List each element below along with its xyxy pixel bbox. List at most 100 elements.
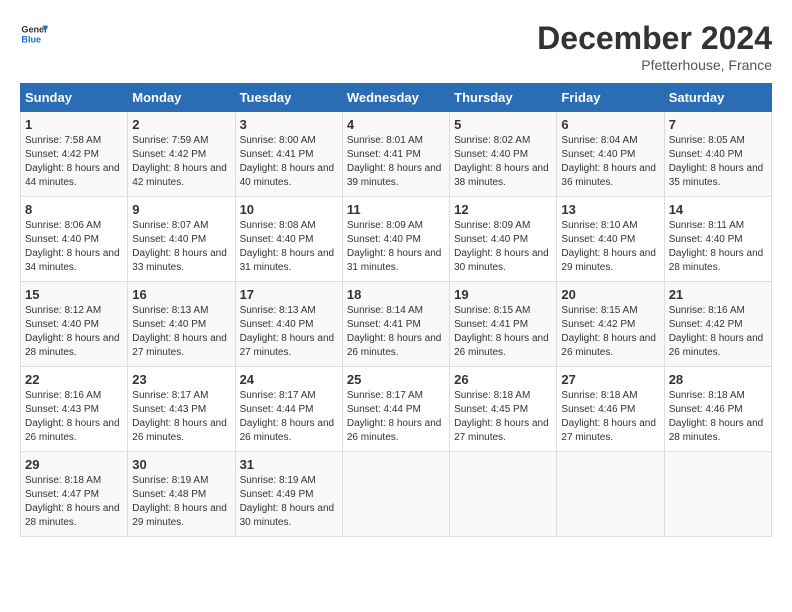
day-number: 21 [669,287,767,302]
day-detail: Sunrise: 8:06 AMSunset: 4:40 PMDaylight:… [25,220,120,273]
day-number: 15 [25,287,123,302]
day-number: 6 [561,117,659,132]
calendar-cell: 11Sunrise: 8:09 AMSunset: 4:40 PMDayligh… [342,197,449,282]
day-number: 7 [669,117,767,132]
day-detail: Sunrise: 8:07 AMSunset: 4:40 PMDaylight:… [132,220,227,273]
day-detail: Sunrise: 8:18 AMSunset: 4:46 PMDaylight:… [669,390,764,443]
day-number: 19 [454,287,552,302]
calendar-cell: 12 Sunrise: 8:09 AMSunset: 4:40 PMDayligh… [450,197,557,282]
calendar-cell: 6Sunrise: 8:04 AMSunset: 4:40 PMDaylight… [557,112,664,197]
day-number: 31 [240,457,338,472]
calendar-cell: 10 Sunrise: 8:08 AMSunset: 4:40 PMDayligh… [235,197,342,282]
calendar-cell: 15 Sunrise: 8:12 AMSunset: 4:40 PMDayligh… [21,282,128,367]
calendar-cell: 29 Sunrise: 8:18 AMSunset: 4:47 PMDayligh… [21,452,128,537]
calendar-cell: 24 Sunrise: 8:17 AMSunset: 4:44 PMDayligh… [235,367,342,452]
calendar-cell: 9 Sunrise: 8:07 AMSunset: 4:40 PMDaylight… [128,197,235,282]
page-header: General Blue December 2024 Pfetterhouse,… [20,20,772,73]
day-number: 1 [25,117,123,132]
calendar-cell: 17 Sunrise: 8:13 AMSunset: 4:40 PMDayligh… [235,282,342,367]
day-number: 24 [240,372,338,387]
day-detail: Sunrise: 7:58 AMSunset: 4:42 PMDaylight:… [25,135,120,188]
calendar-cell: 5 Sunrise: 8:02 AMSunset: 4:40 PMDaylight… [450,112,557,197]
day-number: 11 [347,202,445,217]
day-detail: Sunrise: 8:17 AMSunset: 4:44 PMDaylight:… [347,390,442,443]
calendar-week-row: 8 Sunrise: 8:06 AMSunset: 4:40 PMDaylight… [21,197,772,282]
day-number: 30 [132,457,230,472]
day-number: 16 [132,287,230,302]
day-detail: Sunrise: 8:13 AMSunset: 4:40 PMDaylight:… [240,305,335,358]
day-number: 8 [25,202,123,217]
day-number: 29 [25,457,123,472]
day-detail: Sunrise: 8:15 AMSunset: 4:41 PMDaylight:… [454,305,549,358]
title-block: December 2024 Pfetterhouse, France [537,20,772,73]
calendar-cell: 25Sunrise: 8:17 AMSunset: 4:44 PMDayligh… [342,367,449,452]
calendar-cell: 13 Sunrise: 8:10 AMSunset: 4:40 PMDayligh… [557,197,664,282]
calendar-week-row: 29 Sunrise: 8:18 AMSunset: 4:47 PMDayligh… [21,452,772,537]
day-number: 5 [454,117,552,132]
calendar-cell: 20Sunrise: 8:15 AMSunset: 4:42 PMDayligh… [557,282,664,367]
day-number: 17 [240,287,338,302]
day-detail: Sunrise: 8:16 AMSunset: 4:42 PMDaylight:… [669,305,764,358]
calendar-cell: 18Sunrise: 8:14 AMSunset: 4:41 PMDayligh… [342,282,449,367]
day-number: 2 [132,117,230,132]
calendar-cell: 8 Sunrise: 8:06 AMSunset: 4:40 PMDaylight… [21,197,128,282]
day-detail: Sunrise: 8:17 AMSunset: 4:43 PMDaylight:… [132,390,227,443]
day-number: 9 [132,202,230,217]
calendar-table: SundayMondayTuesdayWednesdayThursdayFrid… [20,83,772,537]
calendar-week-row: 15 Sunrise: 8:12 AMSunset: 4:40 PMDayligh… [21,282,772,367]
calendar-header-row: SundayMondayTuesdayWednesdayThursdayFrid… [21,84,772,112]
calendar-cell: 3Sunrise: 8:00 AMSunset: 4:41 PMDaylight… [235,112,342,197]
calendar-cell [450,452,557,537]
location: Pfetterhouse, France [537,57,772,73]
day-number: 27 [561,372,659,387]
calendar-cell: 26 Sunrise: 8:18 AMSunset: 4:45 PMDayligh… [450,367,557,452]
calendar-week-row: 1 Sunrise: 7:58 AMSunset: 4:42 PMDaylight… [21,112,772,197]
day-detail: Sunrise: 8:10 AMSunset: 4:40 PMDaylight:… [561,220,656,273]
calendar-cell: 7 Sunrise: 8:05 AMSunset: 4:40 PMDaylight… [664,112,771,197]
header-friday: Friday [557,84,664,112]
day-detail: Sunrise: 8:14 AMSunset: 4:41 PMDaylight:… [347,305,442,358]
day-detail: Sunrise: 8:11 AMSunset: 4:40 PMDaylight:… [669,220,764,273]
calendar-cell: 19 Sunrise: 8:15 AMSunset: 4:41 PMDayligh… [450,282,557,367]
calendar-cell [557,452,664,537]
day-detail: Sunrise: 8:17 AMSunset: 4:44 PMDaylight:… [240,390,335,443]
day-number: 26 [454,372,552,387]
calendar-cell [342,452,449,537]
calendar-week-row: 22 Sunrise: 8:16 AMSunset: 4:43 PMDayligh… [21,367,772,452]
svg-text:Blue: Blue [21,34,41,44]
calendar-cell: 4Sunrise: 8:01 AMSunset: 4:41 PMDaylight… [342,112,449,197]
calendar-cell: 31 Sunrise: 8:19 AMSunset: 4:49 PMDayligh… [235,452,342,537]
day-detail: Sunrise: 8:02 AMSunset: 4:40 PMDaylight:… [454,135,549,188]
day-detail: Sunrise: 8:00 AMSunset: 4:41 PMDaylight:… [240,135,335,188]
calendar-cell: 1 Sunrise: 7:58 AMSunset: 4:42 PMDaylight… [21,112,128,197]
logo: General Blue [20,20,48,48]
day-number: 10 [240,202,338,217]
day-detail: Sunrise: 8:09 AMSunset: 4:40 PMDaylight:… [454,220,549,273]
day-detail: Sunrise: 8:15 AMSunset: 4:42 PMDaylight:… [561,305,656,358]
day-number: 22 [25,372,123,387]
calendar-cell: 21 Sunrise: 8:16 AMSunset: 4:42 PMDayligh… [664,282,771,367]
day-detail: Sunrise: 8:19 AMSunset: 4:49 PMDaylight:… [240,475,335,528]
month-title: December 2024 [537,20,772,57]
calendar-cell: 28 Sunrise: 8:18 AMSunset: 4:46 PMDayligh… [664,367,771,452]
header-tuesday: Tuesday [235,84,342,112]
day-detail: Sunrise: 8:12 AMSunset: 4:40 PMDaylight:… [25,305,120,358]
calendar-cell: 2 Sunrise: 7:59 AMSunset: 4:42 PMDaylight… [128,112,235,197]
day-detail: Sunrise: 8:19 AMSunset: 4:48 PMDaylight:… [132,475,227,528]
day-number: 13 [561,202,659,217]
day-detail: Sunrise: 8:18 AMSunset: 4:45 PMDaylight:… [454,390,549,443]
calendar-cell: 14Sunrise: 8:11 AMSunset: 4:40 PMDayligh… [664,197,771,282]
day-detail: Sunrise: 8:16 AMSunset: 4:43 PMDaylight:… [25,390,120,443]
calendar-cell: 30 Sunrise: 8:19 AMSunset: 4:48 PMDayligh… [128,452,235,537]
day-detail: Sunrise: 8:05 AMSunset: 4:40 PMDaylight:… [669,135,764,188]
header-sunday: Sunday [21,84,128,112]
day-number: 28 [669,372,767,387]
day-detail: Sunrise: 8:13 AMSunset: 4:40 PMDaylight:… [132,305,227,358]
day-detail: Sunrise: 8:08 AMSunset: 4:40 PMDaylight:… [240,220,335,273]
day-detail: Sunrise: 7:59 AMSunset: 4:42 PMDaylight:… [132,135,227,188]
day-number: 4 [347,117,445,132]
calendar-cell: 16 Sunrise: 8:13 AMSunset: 4:40 PMDayligh… [128,282,235,367]
day-number: 12 [454,202,552,217]
day-detail: Sunrise: 8:18 AMSunset: 4:47 PMDaylight:… [25,475,120,528]
header-thursday: Thursday [450,84,557,112]
